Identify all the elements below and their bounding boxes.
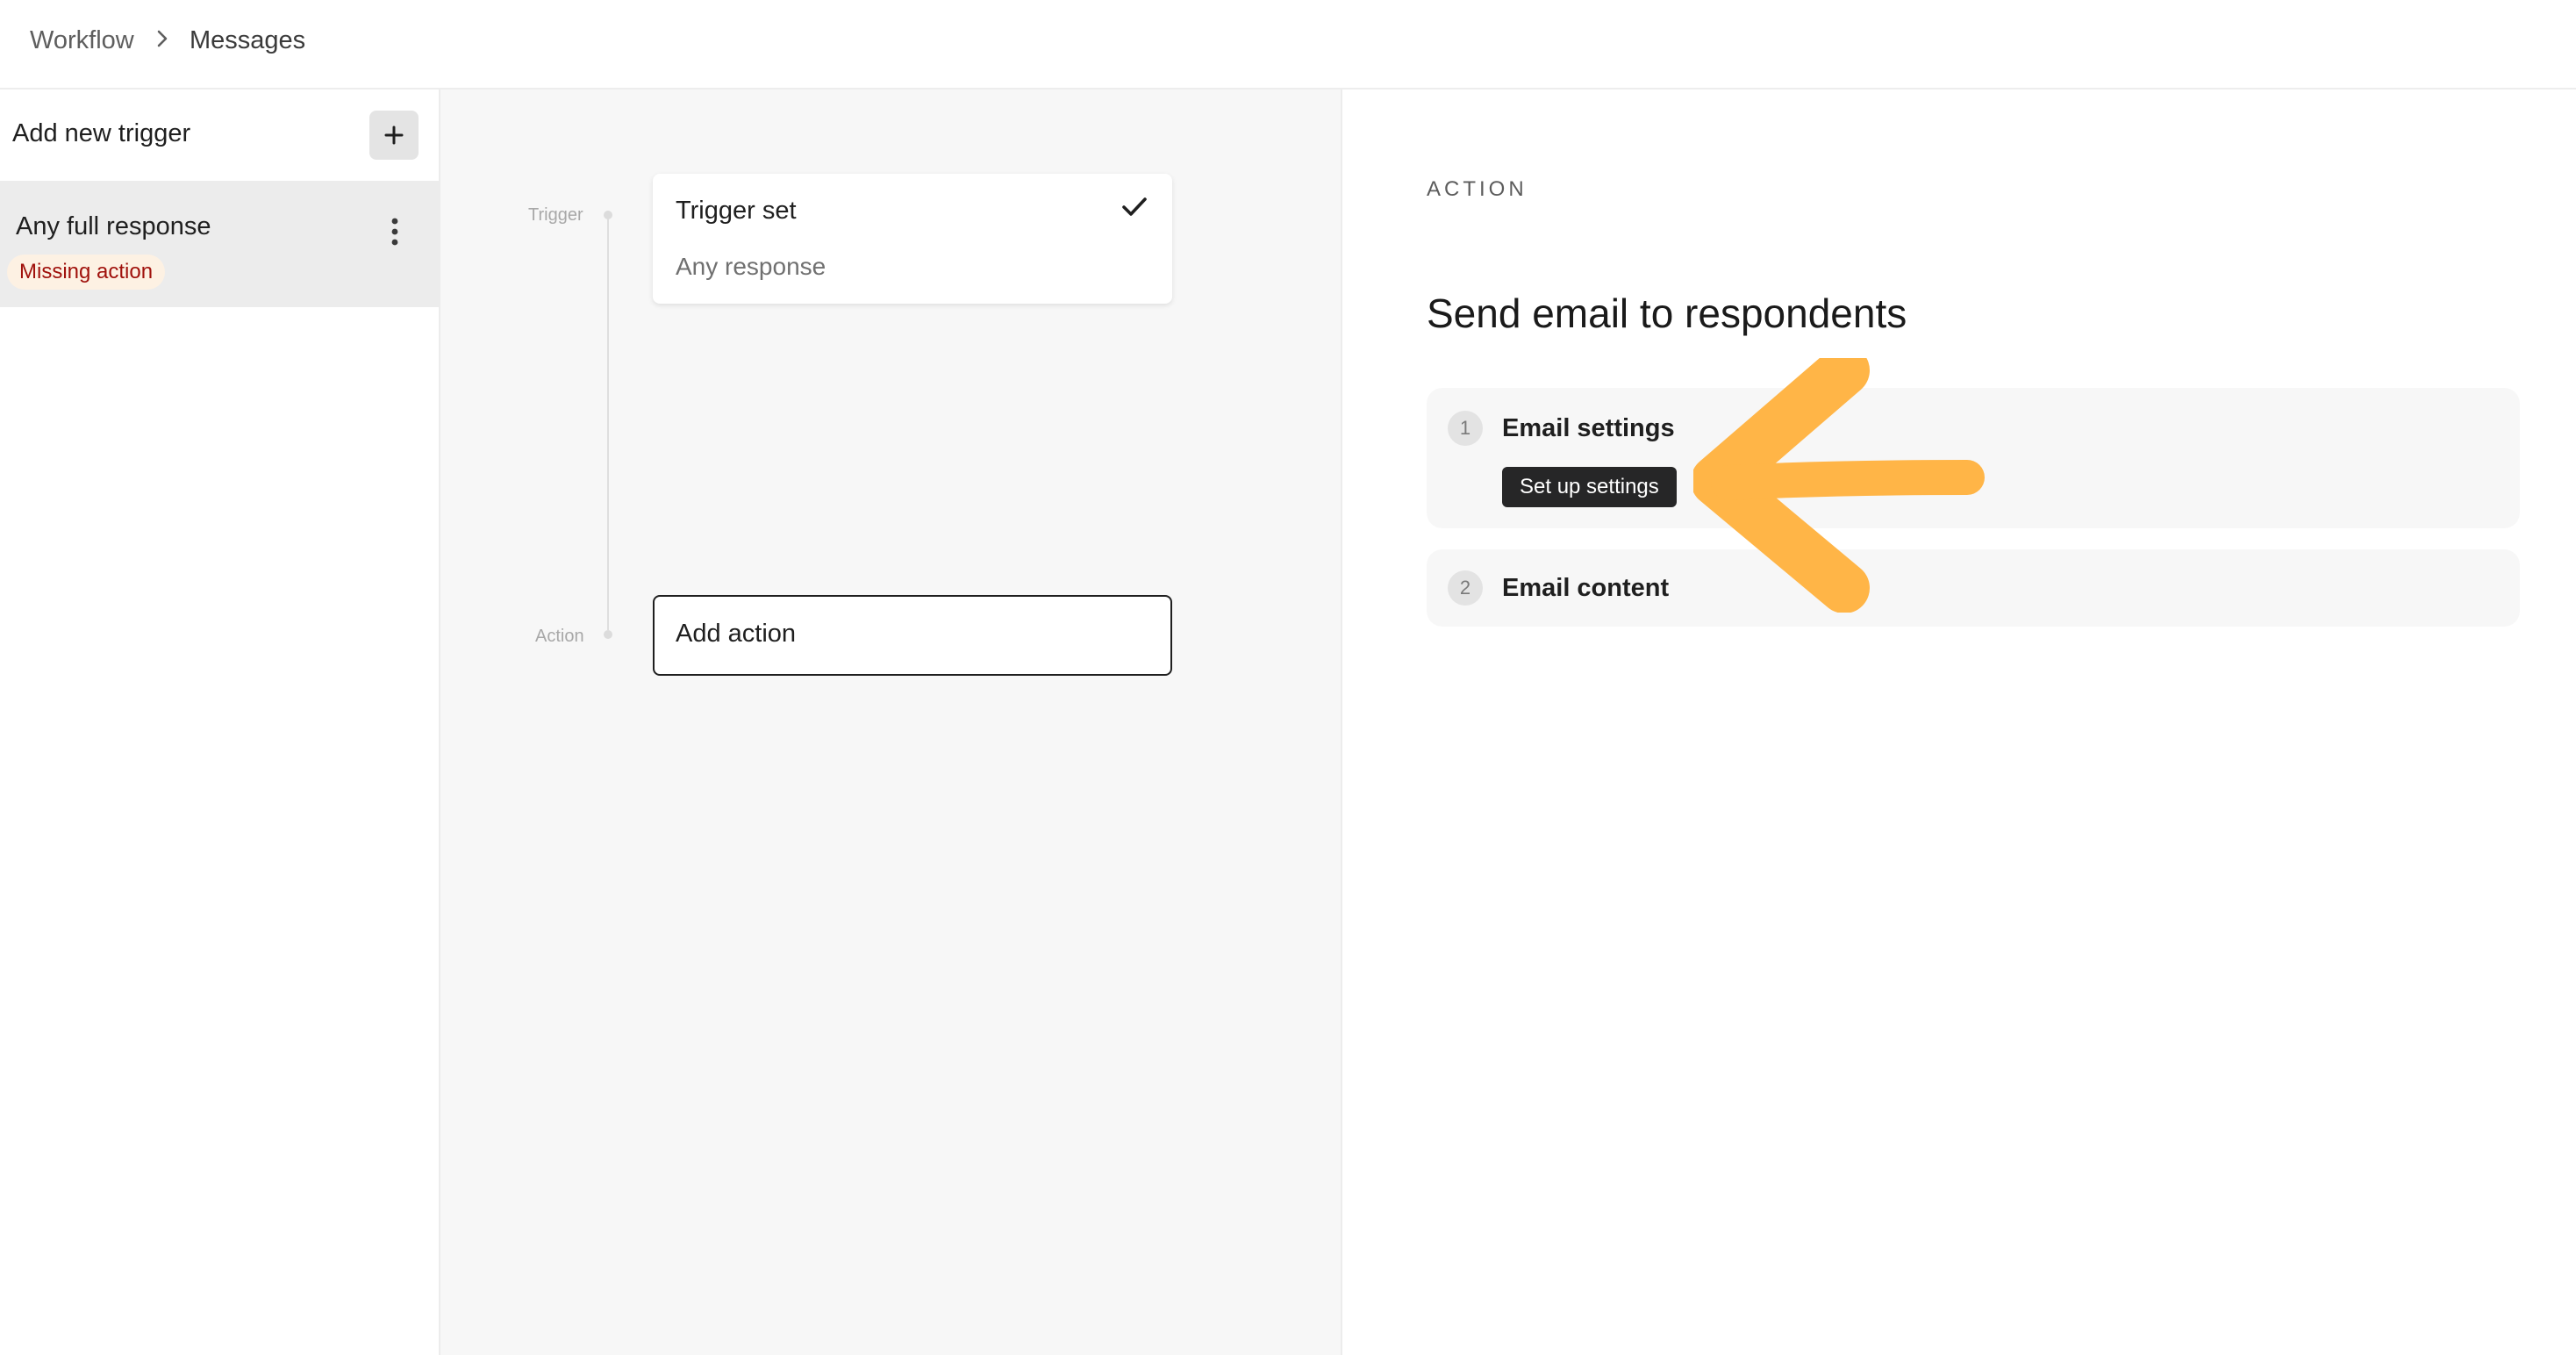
trigger-list-item[interactable]: Any full response Missing action: [0, 181, 439, 307]
action-node-dot: [604, 630, 612, 639]
check-icon: [1122, 197, 1147, 216]
chevron-right-icon: [157, 30, 168, 47]
trigger-node-dot: [604, 211, 612, 219]
action-panel: ACTION Send email to respondents 1 Email…: [1342, 90, 2576, 1355]
step-number: 1: [1448, 411, 1483, 446]
step-title: Email content: [1502, 574, 1670, 602]
add-trigger-button[interactable]: [369, 111, 419, 160]
kebab-icon[interactable]: [384, 214, 405, 249]
missing-action-badge: Missing action: [7, 255, 166, 290]
add-action-card[interactable]: Add action: [653, 595, 1172, 676]
add-trigger-label: Add new trigger: [12, 119, 191, 147]
breadcrumb-workflow[interactable]: Workflow: [30, 25, 134, 56]
step-number: 2: [1448, 570, 1483, 606]
trigger-card-subtitle: Any response: [676, 253, 826, 280]
trigger-card[interactable]: [653, 174, 1172, 304]
trigger-step-label: Trigger: [528, 205, 583, 225]
add-action-label: Add action: [676, 620, 797, 648]
top-bar: Workflow Messages: [0, 0, 2576, 90]
trigger-card-title: Trigger set: [676, 197, 797, 225]
arrow-left-icon: [1693, 358, 1985, 613]
trigger-sidebar: Add new trigger Any full response Missin…: [0, 90, 440, 1355]
workflow-canvas: Trigger Action Add action: [440, 90, 1342, 1355]
action-step-label: Action: [535, 627, 584, 646]
panel-title: Send email to respondents: [1427, 290, 1907, 336]
breadcrumb-messages: Messages: [190, 26, 306, 54]
step-title: Email settings: [1502, 414, 1675, 442]
flow-connector: [607, 219, 609, 630]
plus-icon: [384, 125, 404, 145]
panel-eyebrow: ACTION: [1427, 177, 1528, 201]
trigger-item-title: Any full response: [16, 212, 211, 240]
set-up-settings-button[interactable]: Set up settings: [1502, 467, 1677, 507]
